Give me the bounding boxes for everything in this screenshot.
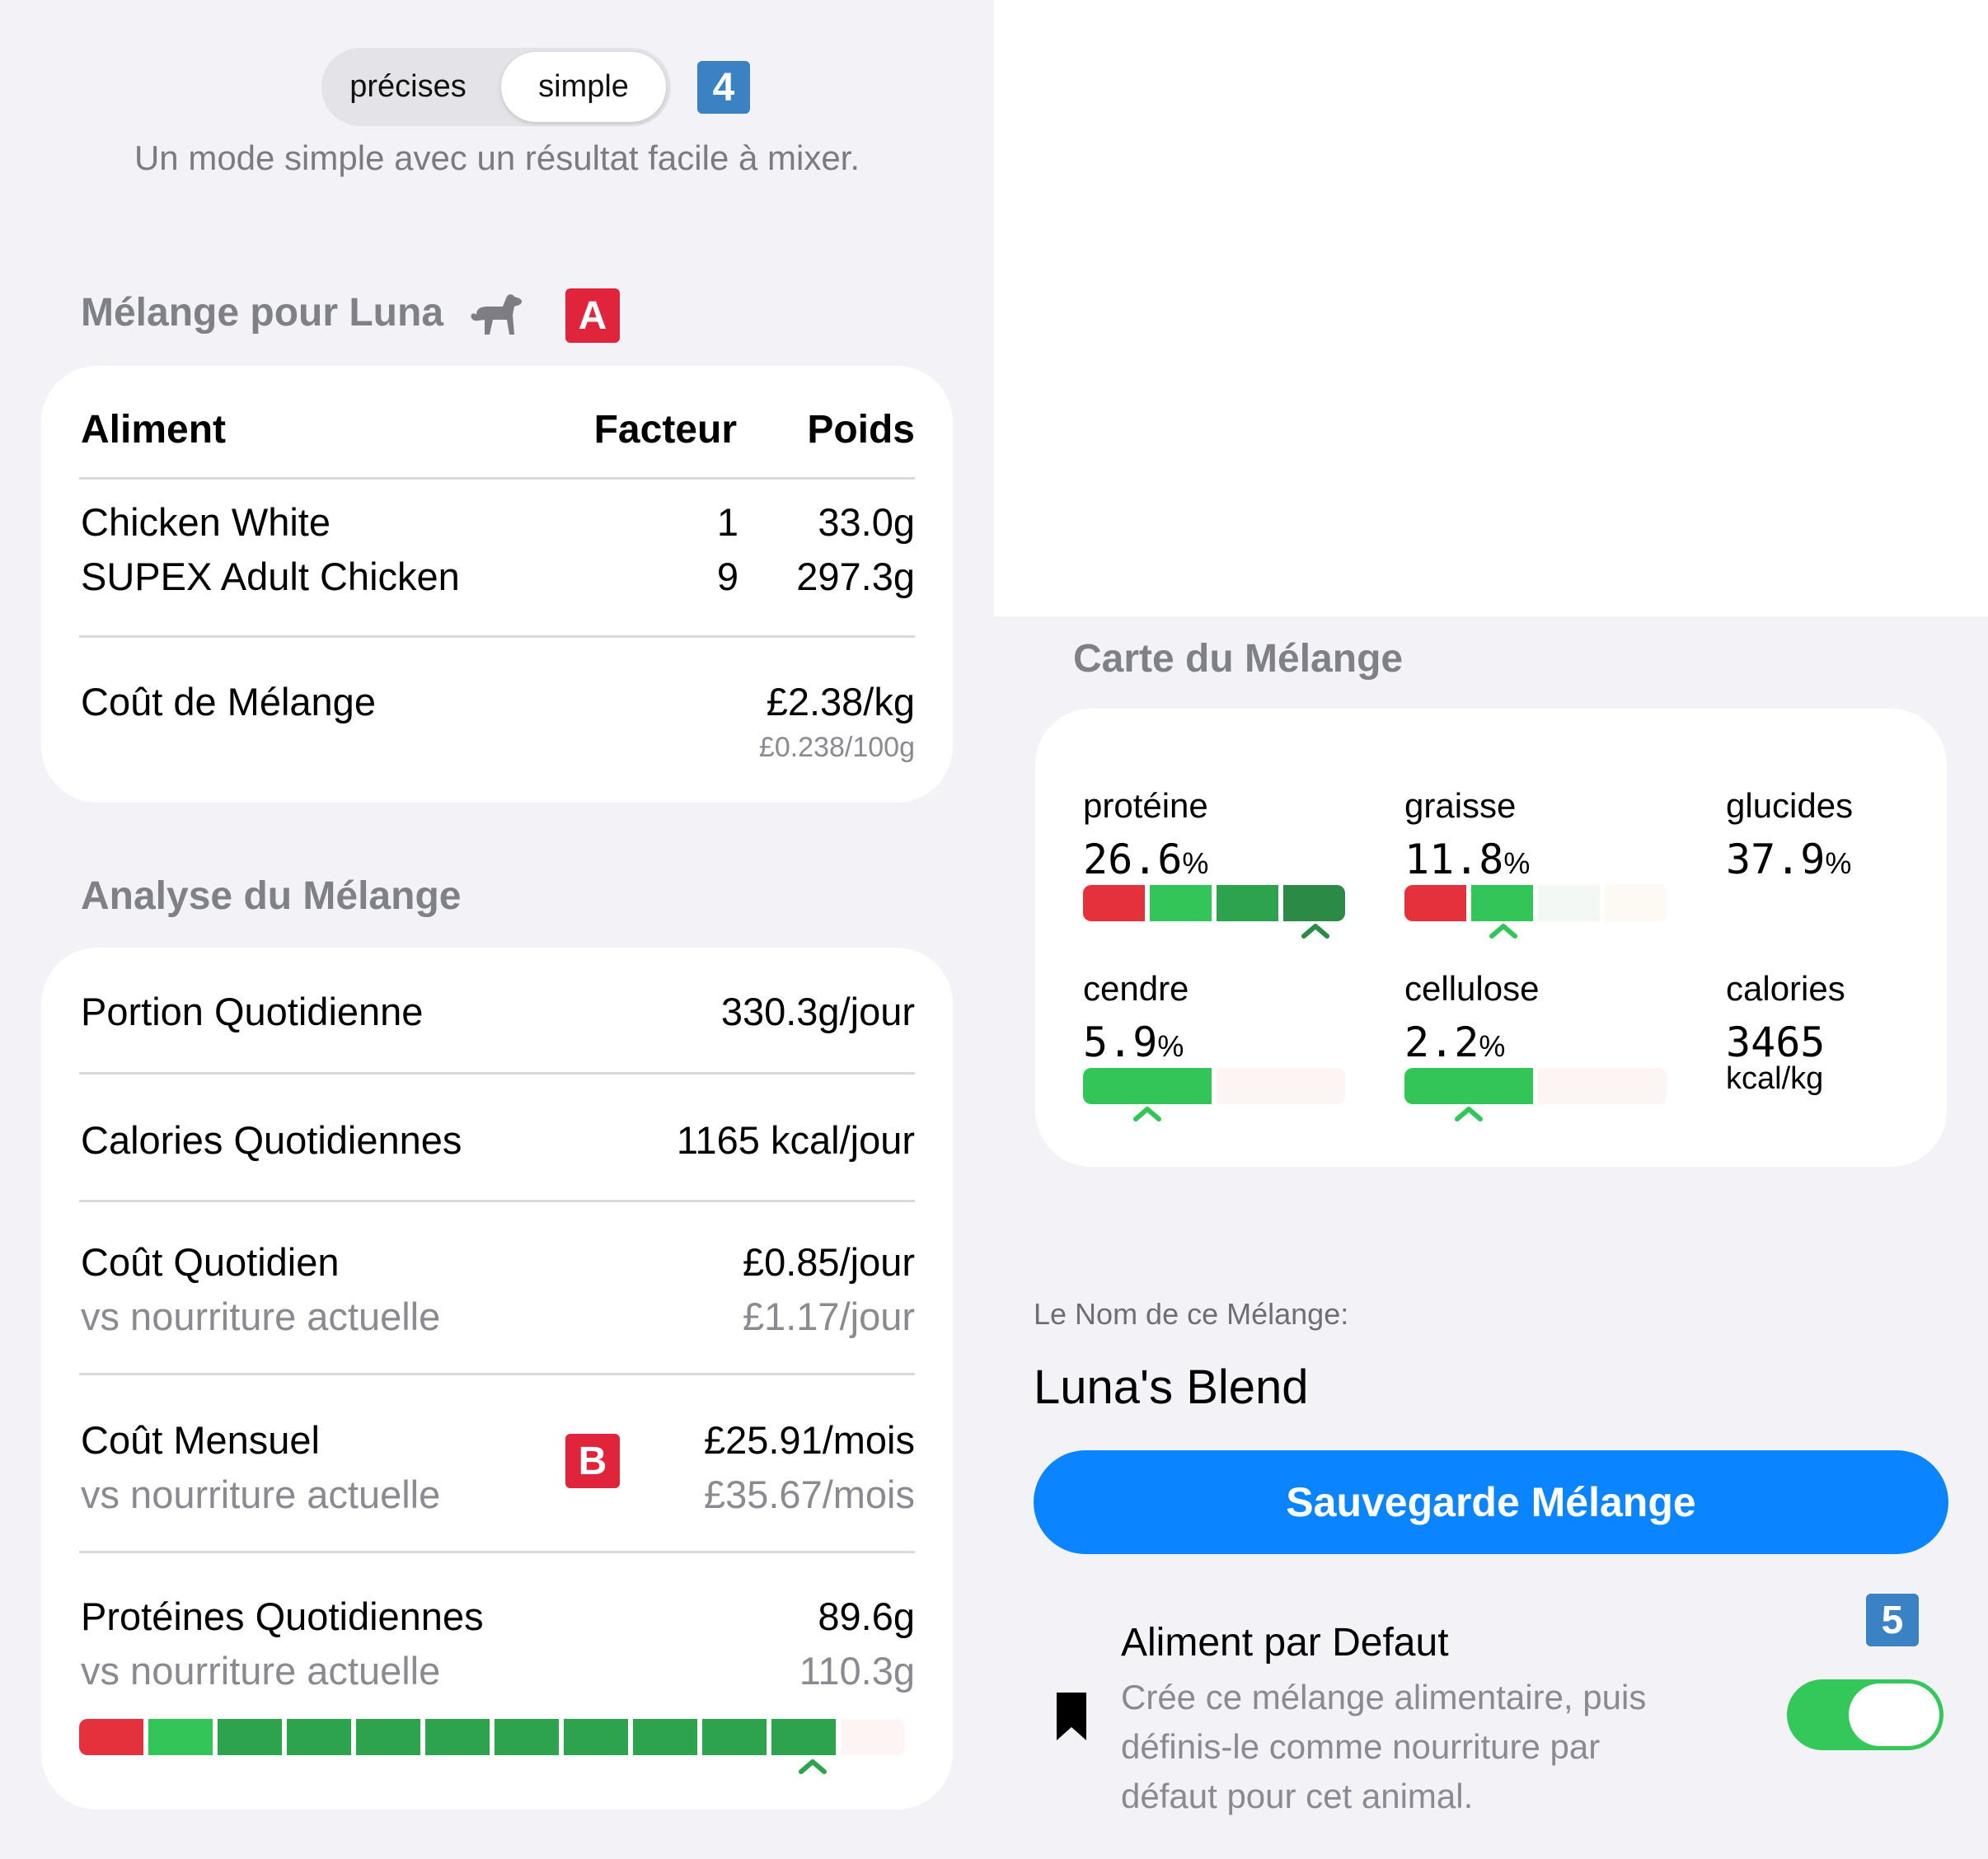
map-ash-label: cendre [1083,969,1189,1008]
bookmark-icon [1057,1693,1086,1740]
protein-comparison-bar [79,1719,915,1755]
divider [79,635,915,638]
annotation-badge-a: A [565,288,620,343]
caret-up-icon [1489,924,1517,939]
calories-label: Calories Quotidiennes [81,1118,462,1162]
daily-cost-current: £1.17/jour [742,1295,915,1338]
map-calories-unit: kcal/kg [1726,1061,1824,1096]
daily-cost-label: Coût Quotidien [81,1240,340,1284]
protein-label: Protéines Quotidiennes [81,1594,484,1638]
row-weight-2: 297.3g [796,555,915,598]
portion-value: 330.3g/jour [720,990,915,1033]
daily-cost-value: £0.85/jour [742,1240,915,1284]
map-carbs-value: 37.9% [1726,836,1852,883]
monthly-cost-value: £25.91/mois [703,1418,915,1462]
default-food-toggle[interactable] [1787,1679,1943,1750]
divider [79,1200,915,1202]
save-blend-button[interactable]: Sauvegarde Mélange [1034,1450,1948,1554]
toggle-knob [1849,1683,1939,1746]
row-factor-2: 9 [716,555,738,598]
map-protein-bar [1083,885,1345,921]
divider [79,1072,915,1075]
mode-segmented-control[interactable]: précises simple [321,48,671,126]
map-calories-value: 3465 [1726,1018,1826,1066]
map-protein-value: 26.6% [1083,836,1209,883]
blank-panel [994,0,1988,616]
divider [79,1551,915,1553]
blend-cost-value: £2.38/kg [766,680,915,723]
blend-cost-label: Coût de Mélange [81,680,376,723]
map-fiber-bar [1404,1068,1667,1104]
annotation-badge-b: B [565,1434,620,1488]
caret-up-icon [1455,1107,1483,1121]
header-weight: Poids [807,408,915,452]
row-food-1: Chicken White [81,500,331,544]
monthly-cost-sub: vs nourriture actuelle [81,1473,441,1516]
calories-value: 1165 kcal/jour [676,1118,915,1162]
default-food-description: Crée ce mélange alimentaire, puis défini… [1121,1678,1647,1815]
monthly-cost-label: Coût Mensuel [81,1418,320,1462]
protein-current: 110.3g [799,1649,915,1693]
daily-cost-sub: vs nourriture actuelle [81,1295,441,1338]
map-protein-label: protéine [1083,786,1208,825]
blend-cost-sub: £0.238/100g [758,732,915,763]
divider [79,1373,915,1375]
portion-label: Portion Quotidienne [81,990,424,1033]
map-ash-value: 5.9% [1083,1018,1184,1066]
annotation-badge-4: 4 [697,61,750,114]
default-food-title: Aliment par Defaut [1121,1621,1449,1665]
row-factor-1: 1 [716,500,738,544]
map-fiber-value: 2.2% [1404,1018,1506,1066]
map-calories-label: calories [1726,969,1845,1008]
header-factor: Facteur [593,408,737,452]
annotation-badge-5: 5 [1866,1594,1919,1646]
map-ash-bar [1083,1068,1345,1104]
segment-precise[interactable]: précises [321,48,495,126]
protein-value: 89.6g [818,1594,915,1638]
map-fiber-label: cellulose [1404,969,1540,1008]
map-title: Carte du Mélange [1073,637,1404,681]
caret-up-icon [1301,924,1329,939]
monthly-cost-current: £35.67/mois [703,1473,915,1516]
row-weight-1: 33.0g [818,500,915,544]
dog-icon [468,290,524,339]
blend-name-label: Le Nom de ce Mélange: [1034,1297,1349,1331]
blend-title: Mélange pour Luna [81,291,444,335]
header-food: Aliment [81,408,227,452]
map-fat-bar [1404,885,1667,921]
map-carbs-label: glucides [1726,786,1854,825]
row-food-2: SUPEX Adult Chicken [81,555,460,598]
map-fat-label: graisse [1404,786,1517,825]
caret-up-icon [799,1759,827,1774]
analysis-title: Analyse du Mélange [81,874,462,918]
map-fat-value: 11.8% [1404,836,1531,883]
segment-simple[interactable]: simple [501,52,666,122]
blend-name-input[interactable]: Luna's Blend [1034,1360,1309,1415]
protein-sub: vs nourriture actuelle [81,1649,441,1693]
caret-up-icon [1133,1107,1161,1121]
divider [79,477,915,480]
mode-description: Un mode simple avec un résultat facile à… [134,138,860,177]
